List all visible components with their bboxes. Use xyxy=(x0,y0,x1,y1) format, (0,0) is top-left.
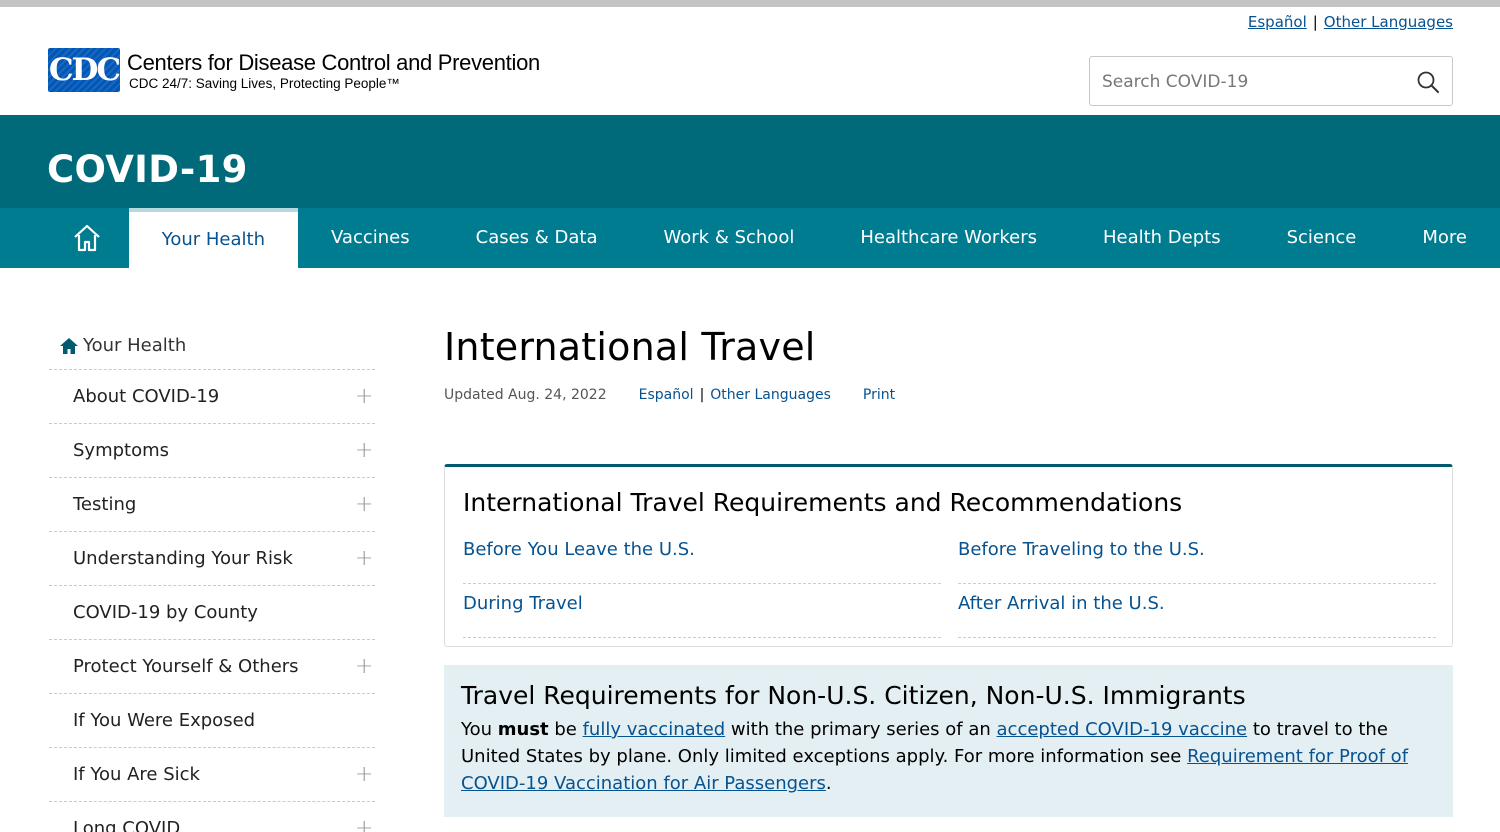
espanol-link[interactable]: Español xyxy=(639,387,694,403)
print-link[interactable]: Print xyxy=(863,387,895,403)
nav-more[interactable]: More xyxy=(1389,208,1500,268)
top-gray-bar xyxy=(0,0,1500,7)
sidebar-item-covid-by-county[interactable]: COVID-19 by County xyxy=(49,586,375,640)
espanol-link[interactable]: Español xyxy=(1248,13,1307,31)
page-meta: Updated Aug. 24, 2022 Español | Other La… xyxy=(444,387,1453,403)
search-input[interactable] xyxy=(1102,69,1402,95)
sidebar-heading[interactable]: Your Health xyxy=(49,322,375,370)
requirements-callout: Travel Requirements for Non-U.S. Citizen… xyxy=(444,665,1453,817)
nav-vaccines[interactable]: Vaccines xyxy=(298,208,443,268)
sidebar-item-label: If You Were Exposed xyxy=(73,710,256,731)
expand-icon[interactable]: + xyxy=(355,384,373,409)
sidebar-item-long-covid[interactable]: Long COVID + xyxy=(49,802,375,832)
home-icon xyxy=(60,337,78,354)
during-travel-link[interactable]: During Travel xyxy=(463,584,941,638)
site-banner: COVID-19 xyxy=(0,115,1500,208)
nav-home[interactable] xyxy=(46,208,129,268)
other-languages-link[interactable]: Other Languages xyxy=(710,387,831,403)
nav-cases-data[interactable]: Cases & Data xyxy=(443,208,631,268)
sidebar-item-label: COVID-19 by County xyxy=(73,602,258,623)
sidebar-item-symptoms[interactable]: Symptoms + xyxy=(49,424,375,478)
updated-date: Updated Aug. 24, 2022 xyxy=(444,387,607,403)
nav-health-depts[interactable]: Health Depts xyxy=(1070,208,1254,268)
sidebar-item-about-covid[interactable]: About COVID-19 + xyxy=(49,370,375,424)
sidebar-heading-label: Your Health xyxy=(83,335,187,356)
search-box xyxy=(1089,56,1453,106)
sidebar-item-protect-yourself[interactable]: Protect Yourself & Others + xyxy=(49,640,375,694)
main-nav: Your Health Vaccines Cases & Data Work &… xyxy=(0,208,1500,268)
expand-icon[interactable]: + xyxy=(355,546,373,571)
after-arrival-link[interactable]: After Arrival in the U.S. xyxy=(958,584,1436,638)
org-tagline: CDC 24/7: Saving Lives, Protecting Peopl… xyxy=(129,76,400,91)
home-icon xyxy=(74,224,101,252)
callout-body: You must be fully vaccinated with the pr… xyxy=(461,716,1436,797)
main-content: International Travel Updated Aug. 24, 20… xyxy=(444,325,1453,817)
sidebar-item-label: About COVID-19 xyxy=(73,386,220,407)
sidebar-nav: Your Health About COVID-19 + Symptoms + Te… xyxy=(49,322,375,832)
sidebar-item-label: Long COVID xyxy=(73,818,181,832)
page-title: International Travel xyxy=(444,325,816,369)
sidebar-item-if-sick[interactable]: If You Are Sick + xyxy=(49,748,375,802)
nav-work-school[interactable]: Work & School xyxy=(631,208,828,268)
nav-science[interactable]: Science xyxy=(1254,208,1390,268)
before-traveling-link[interactable]: Before Traveling to the U.S. xyxy=(958,530,1436,584)
card-title: International Travel Requirements and Re… xyxy=(463,488,1183,517)
sidebar-item-label: Understanding Your Risk xyxy=(73,548,293,569)
sidebar-item-label: Symptoms xyxy=(73,440,170,461)
nav-healthcare-workers[interactable]: Healthcare Workers xyxy=(827,208,1070,268)
expand-icon[interactable]: + xyxy=(355,492,373,517)
callout-text: with the primary series of an xyxy=(725,719,997,740)
expand-icon[interactable]: + xyxy=(355,438,373,463)
language-links: Español | Other Languages xyxy=(1248,13,1453,31)
fully-vaccinated-link[interactable]: fully vaccinated xyxy=(583,719,726,740)
nav-your-health[interactable]: Your Health xyxy=(128,208,299,268)
callout-emphasis: must xyxy=(497,719,549,740)
cdc-logo[interactable]: CDC xyxy=(48,48,120,92)
callout-text: You xyxy=(461,719,498,740)
site-title[interactable]: COVID-19 xyxy=(47,148,248,191)
sidebar-item-testing[interactable]: Testing + xyxy=(49,478,375,532)
callout-text: . xyxy=(825,773,832,794)
callout-text: be xyxy=(548,719,583,740)
logo-text: CDC xyxy=(48,52,120,88)
lang-separator: | xyxy=(699,387,705,403)
expand-icon[interactable]: + xyxy=(355,762,373,787)
callout-title: Travel Requirements for Non-U.S. Citizen… xyxy=(461,681,1246,710)
other-languages-link[interactable]: Other Languages xyxy=(1324,13,1453,31)
sidebar-item-understanding-risk[interactable]: Understanding Your Risk + xyxy=(49,532,375,586)
sidebar-item-label: If You Are Sick xyxy=(73,764,200,785)
sidebar-item-label: Testing xyxy=(73,494,137,515)
sidebar-item-label: Protect Yourself & Others xyxy=(73,656,299,677)
org-name[interactable]: Centers for Disease Control and Preventi… xyxy=(127,50,540,76)
sidebar-item-if-exposed[interactable]: If You Were Exposed xyxy=(49,694,375,748)
travel-requirements-card: International Travel Requirements and Re… xyxy=(444,464,1453,647)
search-icon[interactable] xyxy=(1416,70,1440,94)
accepted-vaccine-link[interactable]: accepted COVID-19 vaccine xyxy=(997,719,1248,740)
expand-icon[interactable]: + xyxy=(355,654,373,679)
expand-icon[interactable]: + xyxy=(355,816,373,832)
lang-separator: | xyxy=(1312,13,1318,31)
before-you-leave-link[interactable]: Before You Leave the U.S. xyxy=(463,530,941,584)
